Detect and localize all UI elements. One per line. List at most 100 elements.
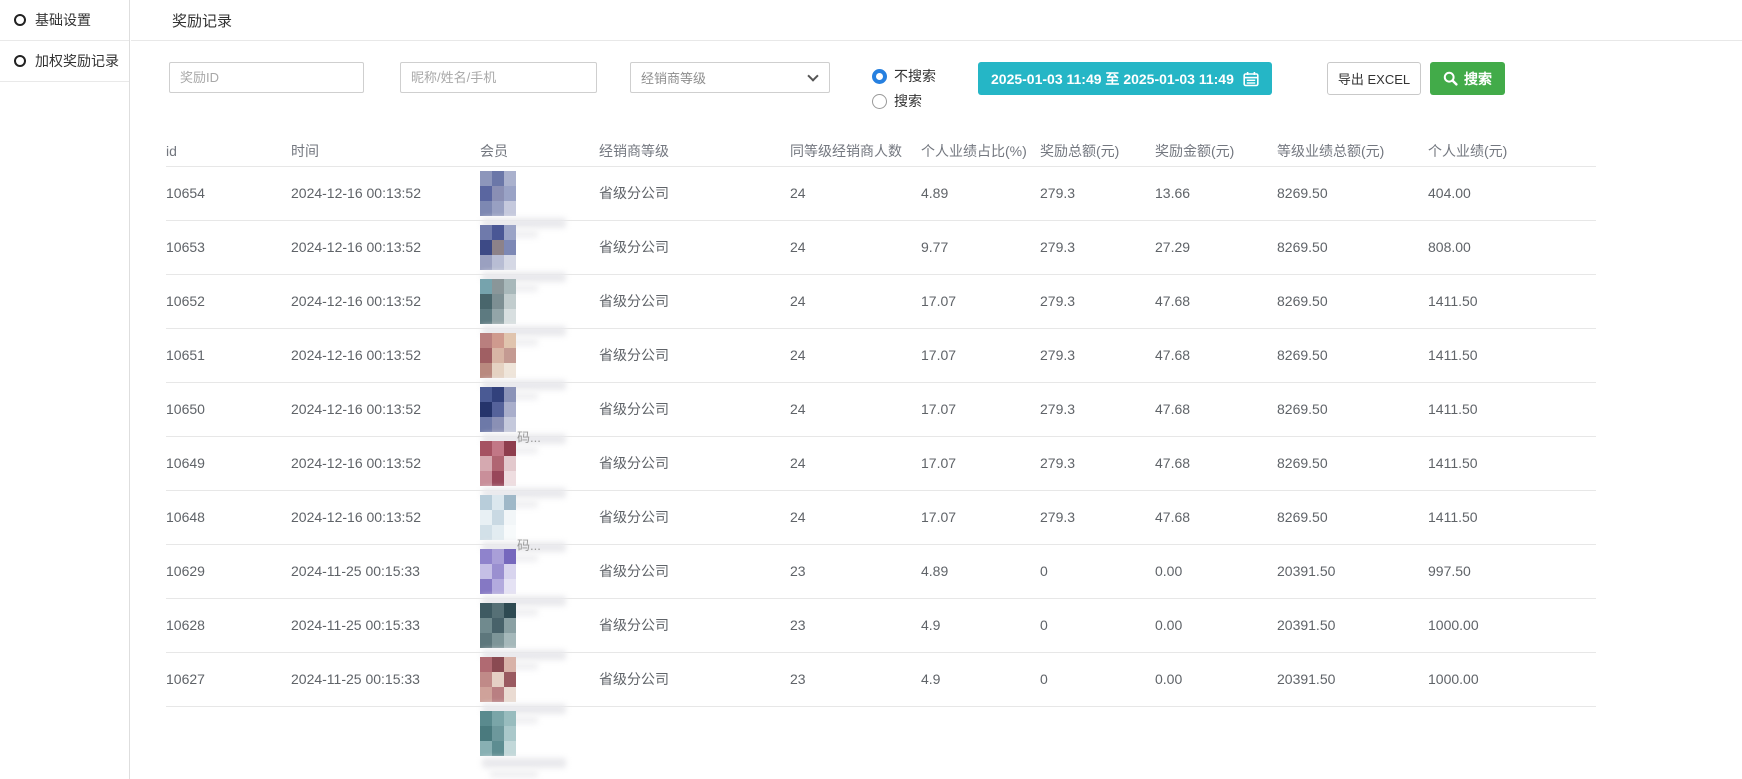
member-cell xyxy=(480,166,599,220)
cell-time: 2024-11-25 00:15:33 xyxy=(291,544,480,598)
table-body: 106542024-12-16 00:13:52省级分公司244.89279.3… xyxy=(166,166,1596,779)
column-header-2: 会员 xyxy=(480,136,599,166)
table-row: 106522024-12-16 00:13:52省级分公司2417.07279.… xyxy=(166,274,1596,328)
cell-personal-ratio: 4.9 xyxy=(921,652,1040,706)
dealer-level-select[interactable]: 经销商等级 xyxy=(630,62,830,93)
member-cell xyxy=(480,706,599,779)
column-header-6: 奖励总额(元) xyxy=(1040,136,1155,166)
cell-personal-performance: 1411.50 xyxy=(1428,274,1596,328)
cell-level-performance-total: 20391.50 xyxy=(1277,652,1428,706)
table-row: 106482024-12-16 00:13:52码...省级分公司2417.07… xyxy=(166,490,1596,544)
column-header-3: 经销商等级 xyxy=(599,136,790,166)
cell-reward-total: 0 xyxy=(1040,598,1155,652)
cell-time: 2024-12-16 00:13:52 xyxy=(291,166,480,220)
radio-circle-icon xyxy=(14,55,26,67)
chevron-down-icon xyxy=(807,70,818,81)
cell-empty xyxy=(1155,706,1277,779)
page-title: 奖励记录 xyxy=(172,10,232,31)
sidebar: 基础设置 加权奖励记录 xyxy=(0,0,130,779)
cell-reward-total: 279.3 xyxy=(1040,382,1155,436)
cell-empty xyxy=(1040,706,1155,779)
search-icon xyxy=(1443,71,1458,86)
search-button[interactable]: 搜索 xyxy=(1430,62,1505,95)
member-cell xyxy=(480,652,599,706)
cell-level-performance-total: 8269.50 xyxy=(1277,274,1428,328)
sidebar-item-weighted-reward-records[interactable]: 加权奖励记录 xyxy=(0,41,129,82)
member-avatar-blurred xyxy=(480,333,516,378)
cell-peer-dealer-count: 23 xyxy=(790,598,921,652)
column-header-4: 同等级经销商人数 xyxy=(790,136,921,166)
cell-peer-dealer-count: 23 xyxy=(790,652,921,706)
cell-reward-total: 279.3 xyxy=(1040,166,1155,220)
cell-reward-amount: 47.68 xyxy=(1155,490,1277,544)
cell-time: 2024-11-25 00:15:33 xyxy=(291,652,480,706)
sidebar-item-basic-settings[interactable]: 基础设置 xyxy=(0,0,129,41)
cell-id xyxy=(166,706,291,779)
cell-empty xyxy=(1428,706,1596,779)
cell-time: 2024-12-16 00:13:52 xyxy=(291,220,480,274)
cell-dealer-level: 省级分公司 xyxy=(599,490,790,544)
cell-id: 10629 xyxy=(166,544,291,598)
reward-id-input[interactable] xyxy=(169,62,364,93)
cell-empty xyxy=(790,706,921,779)
member-avatar-blurred xyxy=(480,603,516,648)
cell-id: 10654 xyxy=(166,166,291,220)
export-excel-button[interactable]: 导出 EXCEL xyxy=(1327,62,1421,95)
cell-dealer-level: 省级分公司 xyxy=(599,544,790,598)
table-row-partial xyxy=(166,706,1596,779)
column-header-1: 时间 xyxy=(291,136,480,166)
cell-peer-dealer-count: 24 xyxy=(790,436,921,490)
table-row: 106532024-12-16 00:13:52省级分公司249.77279.3… xyxy=(166,220,1596,274)
member-cell xyxy=(480,328,599,382)
date-range-button[interactable]: 2025-01-03 11:49 至 2025-01-03 11:49 xyxy=(978,62,1272,95)
cell-time: 2024-12-16 00:13:52 xyxy=(291,490,480,544)
cell-id: 10649 xyxy=(166,436,291,490)
member-cell xyxy=(480,274,599,328)
table-row: 106502024-12-16 00:13:52码...省级分公司2417.07… xyxy=(166,382,1596,436)
cell-id: 10627 xyxy=(166,652,291,706)
radio-unselected-icon xyxy=(872,94,887,109)
cell-reward-amount: 27.29 xyxy=(1155,220,1277,274)
member-avatar-blurred xyxy=(480,441,516,486)
member-name-blurred xyxy=(490,770,538,778)
cell-time: 2024-11-25 00:15:33 xyxy=(291,598,480,652)
cell-level-performance-total: 8269.50 xyxy=(1277,166,1428,220)
cell-id: 10652 xyxy=(166,274,291,328)
radio-search[interactable]: 搜索 xyxy=(872,91,936,111)
search-button-label: 搜索 xyxy=(1464,69,1492,89)
cell-empty xyxy=(1277,706,1428,779)
cell-level-performance-total: 8269.50 xyxy=(1277,328,1428,382)
radio-selected-icon xyxy=(872,69,887,84)
column-header-0: id xyxy=(166,136,291,166)
member-cell: 码... xyxy=(480,382,599,436)
cell-id: 10653 xyxy=(166,220,291,274)
cell-personal-performance: 1411.50 xyxy=(1428,328,1596,382)
cell-personal-ratio: 17.07 xyxy=(921,436,1040,490)
cell-reward-amount: 0.00 xyxy=(1155,544,1277,598)
cell-reward-amount: 13.66 xyxy=(1155,166,1277,220)
cell-personal-ratio: 17.07 xyxy=(921,328,1040,382)
sidebar-item-label: 基础设置 xyxy=(35,10,91,30)
cell-peer-dealer-count: 24 xyxy=(790,166,921,220)
cell-personal-ratio: 17.07 xyxy=(921,274,1040,328)
cell-id: 10648 xyxy=(166,490,291,544)
cell-level-performance-total: 20391.50 xyxy=(1277,598,1428,652)
cell-reward-amount: 0.00 xyxy=(1155,652,1277,706)
table-header-row: id时间会员经销商等级同等级经销商人数个人业绩占比(%)奖励总额(元)奖励金额(… xyxy=(166,136,1596,166)
cell-id: 10650 xyxy=(166,382,291,436)
cell-empty xyxy=(599,706,790,779)
member-cell xyxy=(480,598,599,652)
member-name-input[interactable] xyxy=(400,62,597,93)
cell-peer-dealer-count: 24 xyxy=(790,490,921,544)
radio-no-search[interactable]: 不搜索 xyxy=(872,66,936,86)
title-bar: 奖励记录 xyxy=(131,0,1742,41)
date-range-value: 2025-01-03 11:49 至 2025-01-03 11:49 xyxy=(991,69,1234,89)
dealer-level-select-value: 经销商等级 xyxy=(641,68,706,87)
table-row: 106512024-12-16 00:13:52省级分公司2417.07279.… xyxy=(166,328,1596,382)
radio-circle-icon xyxy=(14,14,26,26)
column-header-8: 等级业绩总额(元) xyxy=(1277,136,1428,166)
cell-dealer-level: 省级分公司 xyxy=(599,382,790,436)
calendar-icon xyxy=(1243,71,1259,87)
cell-personal-performance: 1411.50 xyxy=(1428,436,1596,490)
cell-peer-dealer-count: 24 xyxy=(790,328,921,382)
